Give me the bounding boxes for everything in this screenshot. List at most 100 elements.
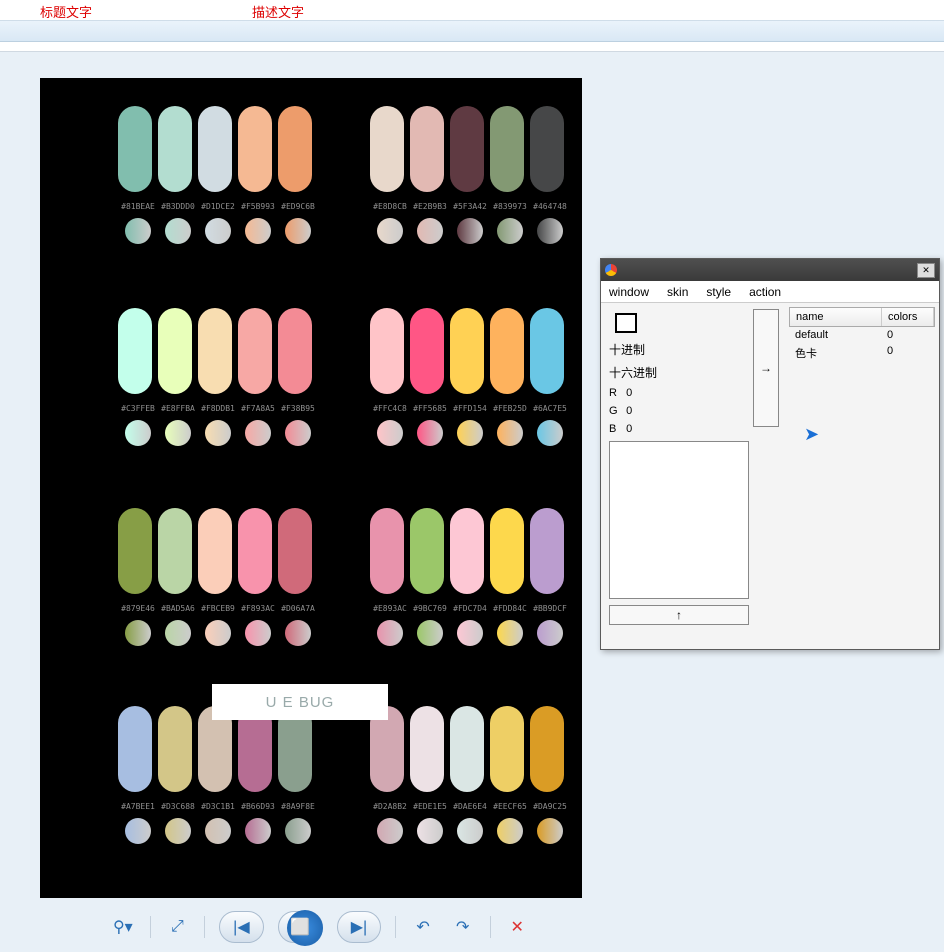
hex-label: #EDE1E5	[410, 802, 450, 811]
dialog-left-panel: 十进制 十六进制 R 0 G 0 B 0 ↑	[601, 303, 753, 649]
play-icon: ⬜	[290, 917, 310, 937]
fit-icon: ⤢	[171, 918, 184, 936]
color-circle	[125, 620, 151, 646]
hex-label: #BAD5A6	[158, 604, 198, 613]
close-button[interactable]: ✕	[917, 263, 935, 278]
hex-label: #DAE6E4	[450, 802, 490, 811]
col-name[interactable]: name	[790, 308, 882, 326]
hex-label: #D1DCE2	[198, 202, 238, 211]
color-pill	[410, 308, 444, 394]
hex-label: #E893AC	[370, 604, 410, 613]
hex-label: #B3DDD0	[158, 202, 198, 211]
redo-button[interactable]: ↷	[450, 912, 476, 942]
color-circle	[497, 420, 523, 446]
color-circle	[537, 420, 563, 446]
cell-name: default	[789, 327, 881, 343]
palette-group: #879E46#BAD5A6#FBCEB9#F893AC#D06A7A	[118, 508, 318, 649]
top-red-1: 标题文字	[40, 5, 92, 20]
color-circle	[417, 818, 443, 844]
hex-label: #D06A7A	[278, 604, 318, 613]
color-pill	[530, 106, 564, 192]
palette-group: #E8D8CB#E2B9B3#5F3A42#839973#464748	[370, 106, 570, 247]
hex-label: #FEB25D	[490, 404, 530, 413]
color-circle	[205, 420, 231, 446]
up-button[interactable]: ↑	[609, 605, 749, 625]
color-pill	[410, 106, 444, 192]
menu-action[interactable]: action	[749, 285, 781, 299]
separator	[204, 916, 205, 938]
color-circle	[377, 620, 403, 646]
color-pill	[118, 508, 152, 594]
add-arrow-button[interactable]: →	[753, 309, 779, 427]
undo-icon: ↶	[416, 917, 429, 937]
viewer-toolbar: ⚲▾ ⤢ |◀ ⬜ ▶| ↶ ↷ ✕	[110, 908, 530, 946]
color-drop-area[interactable]	[609, 441, 749, 599]
color-circle	[165, 218, 191, 244]
b-value: 0	[626, 423, 632, 435]
zoom-button[interactable]: ⚲▾	[110, 912, 136, 942]
hex-label: #FDD84C	[490, 604, 530, 613]
dialog-right-panel: name colors default0色卡0	[785, 303, 939, 649]
table-row[interactable]: 色卡0	[789, 343, 935, 363]
color-circle	[537, 620, 563, 646]
hex-label: #81BEAE	[118, 202, 158, 211]
hex-label: #839973	[490, 202, 530, 211]
color-pill	[238, 106, 272, 192]
color-circle	[457, 420, 483, 446]
color-circle	[245, 218, 271, 244]
hex-label: #C3FFEB	[118, 404, 158, 413]
menu-skin[interactable]: skin	[667, 285, 688, 299]
color-pill	[370, 308, 404, 394]
color-pill	[158, 308, 192, 394]
slideshow-button[interactable]: ⬜	[278, 911, 323, 943]
delete-button[interactable]: ✕	[504, 912, 530, 942]
hex-label: #B66D93	[238, 802, 278, 811]
app-icon	[605, 264, 617, 276]
color-pill	[238, 308, 272, 394]
color-pill	[238, 508, 272, 594]
table-row[interactable]: default0	[789, 327, 935, 343]
color-circle	[537, 818, 563, 844]
color-pill	[450, 706, 484, 792]
color-circle	[497, 620, 523, 646]
palette-group: #E893AC#9BC769#FDC7D4#FDD84C#BB9DCF	[370, 508, 570, 649]
color-pill	[118, 106, 152, 192]
tab-strip	[0, 42, 944, 52]
cell-colors: 0	[881, 327, 935, 343]
dialog-titlebar[interactable]: ✕	[601, 259, 939, 281]
hex-label: #464748	[530, 202, 570, 211]
color-circle	[125, 818, 151, 844]
color-circle	[497, 218, 523, 244]
color-circle	[245, 818, 271, 844]
fit-button[interactable]: ⤢	[165, 912, 191, 942]
color-pill	[530, 508, 564, 594]
current-color-swatch[interactable]	[615, 313, 637, 333]
image-canvas: #81BEAE#B3DDD0#D1DCE2#F5B993#ED9C6B#E8D8…	[40, 78, 582, 898]
col-colors[interactable]: colors	[882, 308, 934, 326]
separator	[395, 916, 396, 938]
color-circle	[457, 620, 483, 646]
color-circle	[417, 620, 443, 646]
prev-button[interactable]: |◀	[219, 911, 264, 943]
color-pill	[158, 508, 192, 594]
hex-label: 十六进制	[609, 364, 745, 381]
hex-label: #F893AC	[238, 604, 278, 613]
color-circle	[457, 818, 483, 844]
menu-style[interactable]: style	[706, 285, 731, 299]
color-pill	[198, 106, 232, 192]
color-pill	[490, 106, 524, 192]
menu-window[interactable]: window	[609, 285, 649, 299]
color-circle	[125, 420, 151, 446]
color-pill	[490, 706, 524, 792]
undo-button[interactable]: ↶	[410, 912, 436, 942]
ribbon-bar	[0, 20, 944, 42]
color-pill	[450, 106, 484, 192]
color-pill	[410, 508, 444, 594]
hex-label: #FFC4C8	[370, 404, 410, 413]
color-pill	[370, 106, 404, 192]
top-red-2: 描述文字	[252, 5, 304, 20]
next-button[interactable]: ▶|	[337, 911, 382, 943]
zoom-icon: ⚲▾	[113, 917, 133, 937]
palette-group: #C3FFEB#E8FFBA#F8DDB1#F7A8A5#F38B95	[118, 308, 318, 449]
color-circle	[285, 218, 311, 244]
